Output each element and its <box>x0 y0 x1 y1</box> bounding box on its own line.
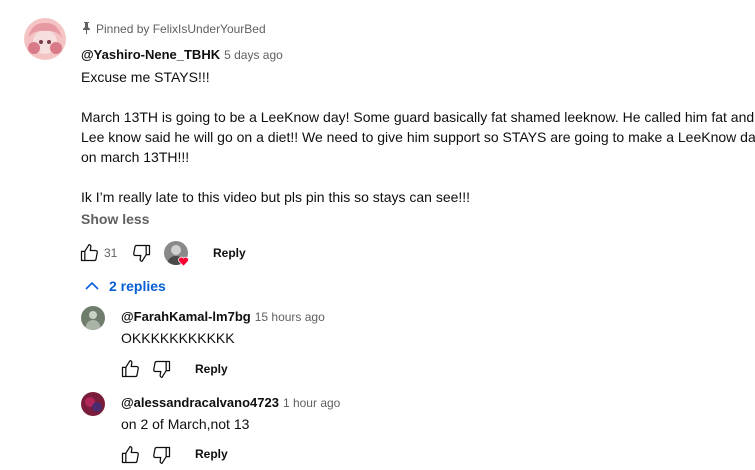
comment-text-line: Excuse me STAYS!!! <box>81 69 210 85</box>
reply-author[interactable]: @FarahKamal-lm7bg <box>121 309 251 324</box>
reply-time[interactable]: 1 hour ago <box>283 396 340 410</box>
replies-toggle-button[interactable]: 2 replies <box>85 278 166 294</box>
heart-icon <box>178 254 189 267</box>
comment-text-line: on march 13TH!!! <box>81 149 190 165</box>
like-button[interactable] <box>119 444 141 466</box>
pinned-label: Pinned by FelixIsUnderYourBed <box>81 21 266 37</box>
like-button[interactable] <box>119 358 141 380</box>
like-count: 31 <box>104 246 118 260</box>
show-less-button[interactable]: Show less <box>81 211 149 227</box>
reply-button[interactable]: Reply <box>213 246 246 260</box>
replies-count-label: 2 replies <box>109 278 166 294</box>
thumbs-down-icon <box>153 446 171 464</box>
like-button[interactable] <box>78 242 100 264</box>
thumbs-up-icon <box>121 360 139 378</box>
comment-text-line: March 13TH is going to be a LeeKnow day!… <box>81 109 755 125</box>
reply-text: on 2 of March,not 13 <box>121 416 250 432</box>
reply-author[interactable]: @alessandracalvano4723 <box>121 395 279 410</box>
thumbs-up-icon <box>80 244 98 262</box>
comment-text-line: Lee know said he will go on a diet!! We … <box>81 129 755 145</box>
reply-text: OKKKKKKKKKKK <box>121 330 235 346</box>
comment-time[interactable]: 5 days ago <box>224 48 283 62</box>
reply-header: @FarahKamal-lm7bg 15 hours ago <box>121 308 325 326</box>
reply-avatar[interactable] <box>81 306 105 330</box>
chevron-up-icon <box>85 281 99 290</box>
reply-button[interactable]: Reply <box>195 447 228 461</box>
thumbs-down-icon <box>133 244 151 262</box>
thumbs-up-icon <box>121 446 139 464</box>
dislike-button[interactable] <box>151 444 173 466</box>
dislike-button[interactable] <box>131 242 153 264</box>
dislike-button[interactable] <box>151 358 173 380</box>
reply-avatar[interactable] <box>81 392 105 416</box>
reply-time[interactable]: 15 hours ago <box>255 310 325 324</box>
reply-button[interactable]: Reply <box>195 362 228 376</box>
comment-header: @Yashiro-Nene_TBHK 5 days ago <box>81 46 283 64</box>
thumbs-down-icon <box>153 360 171 378</box>
comment-author[interactable]: @Yashiro-Nene_TBHK <box>81 47 220 62</box>
reply-header: @alessandracalvano4723 1 hour ago <box>121 394 340 412</box>
comment-text-line: Ik I’m really late to this video but pls… <box>81 189 471 205</box>
pinned-text: Pinned by FelixIsUnderYourBed <box>96 22 266 36</box>
pin-icon <box>81 21 92 37</box>
commenter-avatar[interactable] <box>24 18 66 60</box>
